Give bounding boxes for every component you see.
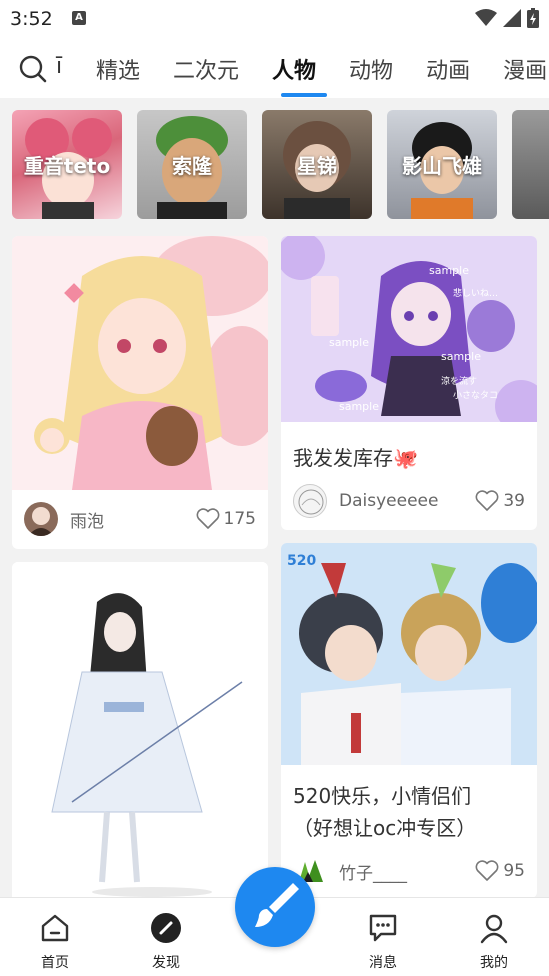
nav-mine-label: 我的 — [480, 955, 508, 971]
character-chip-label: 重音teto — [23, 154, 111, 178]
post-title: 我发发库存🐙 — [293, 446, 418, 470]
image-text: 520 — [287, 553, 316, 569]
character-chip[interactable]: 索隆 — [137, 110, 247, 219]
home-icon — [41, 914, 69, 942]
like-button[interactable]: 175 — [196, 508, 256, 530]
status-time: 3:52 — [10, 8, 53, 30]
post-image: 520 — [281, 543, 537, 765]
nav-messages[interactable]: 消息 — [348, 912, 418, 972]
like-count: 95 — [503, 861, 525, 881]
active-tab-indicator — [281, 93, 327, 97]
post-meta: 竹子____ 95 — [293, 854, 525, 888]
post-card[interactable]: 520 520快乐，小情侣们 （好想让oc冲专区） 竹子____ 95 — [281, 543, 537, 898]
character-chip-label: 星锑 — [297, 154, 337, 178]
image-text: 涼を流す — [441, 375, 477, 387]
image-text: sample — [429, 264, 469, 277]
nav-mine[interactable]: 我的 — [459, 912, 529, 972]
tabs: 精选 二次元 人物 动物 动画 漫画 — [96, 53, 549, 85]
post-image — [12, 236, 268, 490]
post-card[interactable] — [12, 562, 268, 902]
nav-home[interactable]: 首页 — [20, 912, 90, 972]
character-chip-label: 影山飞雄 — [402, 154, 482, 178]
avatar[interactable] — [293, 484, 327, 518]
tab-people[interactable]: 人物 — [272, 53, 316, 85]
image-text: 悲しいね… — [453, 287, 498, 299]
character-chips: 重音teto 索隆 星锑 影山飞雄 — [0, 98, 549, 228]
create-button[interactable] — [235, 867, 315, 947]
post-card[interactable]: sample sample sample sample 悲しいね… 涼を流す 小… — [281, 236, 537, 530]
chat-icon — [369, 914, 397, 942]
avatar[interactable] — [24, 502, 58, 536]
tab-featured[interactable]: 精选 — [96, 53, 140, 85]
image-text: sample — [441, 350, 481, 363]
post-title-line2: （好想让oc冲专区） — [293, 816, 477, 840]
tab-animation[interactable]: 动画 — [426, 53, 470, 85]
tab-comics[interactable]: 漫画 — [503, 53, 547, 85]
nav-messages-label: 消息 — [369, 955, 397, 971]
character-chip[interactable]: 重音teto — [12, 110, 122, 219]
post-meta: 雨泡 175 — [24, 502, 256, 536]
brush-icon — [255, 883, 299, 927]
heart-icon — [196, 508, 219, 529]
post-card[interactable]: 雨泡 175 — [12, 236, 268, 549]
like-button[interactable]: 39 — [475, 490, 525, 512]
compass-icon — [151, 913, 181, 943]
like-button[interactable]: 95 — [475, 860, 525, 882]
character-chip-label: 索隆 — [172, 154, 212, 178]
like-count: 39 — [503, 491, 525, 511]
heart-icon — [475, 490, 499, 511]
image-text: sample — [329, 336, 369, 349]
status-bar: 3:52 A — [0, 0, 549, 40]
author-name[interactable]: Daisyeeeee — [339, 491, 475, 511]
character-chip[interactable]: 星锑 — [262, 110, 372, 219]
author-name[interactable]: 雨泡 — [70, 507, 196, 532]
wifi-icon — [475, 9, 497, 26]
nav-discover[interactable]: 发现 — [131, 912, 201, 972]
signal-icon — [503, 9, 521, 27]
image-text: sample — [339, 400, 379, 413]
battery-icon — [527, 8, 539, 28]
character-chip[interactable]: 影山飞雄 — [387, 110, 497, 219]
post-image — [12, 562, 268, 902]
nav-discover-label: 发现 — [152, 955, 180, 971]
image-text: 小さなタコ — [453, 390, 498, 401]
nav-home-label: 首页 — [41, 955, 69, 971]
post-image: sample sample sample sample 悲しいね… 涼を流す 小… — [281, 236, 537, 422]
tab-partial-left[interactable]: ī — [56, 54, 62, 79]
post-title: 520快乐，小情侣们 — [293, 784, 472, 808]
post-meta: Daisyeeeee 39 — [293, 484, 525, 518]
like-count: 175 — [223, 509, 256, 529]
user-icon — [480, 914, 508, 944]
tab-anime-2d[interactable]: 二次元 — [173, 53, 239, 85]
heart-icon — [475, 860, 499, 881]
tab-animals[interactable]: 动物 — [349, 53, 393, 85]
author-name[interactable]: 竹子____ — [339, 859, 475, 884]
status-icons — [475, 8, 539, 28]
character-chip[interactable] — [512, 110, 549, 219]
search-icon[interactable] — [18, 54, 48, 84]
notification-icon: A — [72, 11, 86, 25]
category-tab-bar: ī 精选 二次元 人物 动物 动画 漫画 — [0, 40, 549, 98]
